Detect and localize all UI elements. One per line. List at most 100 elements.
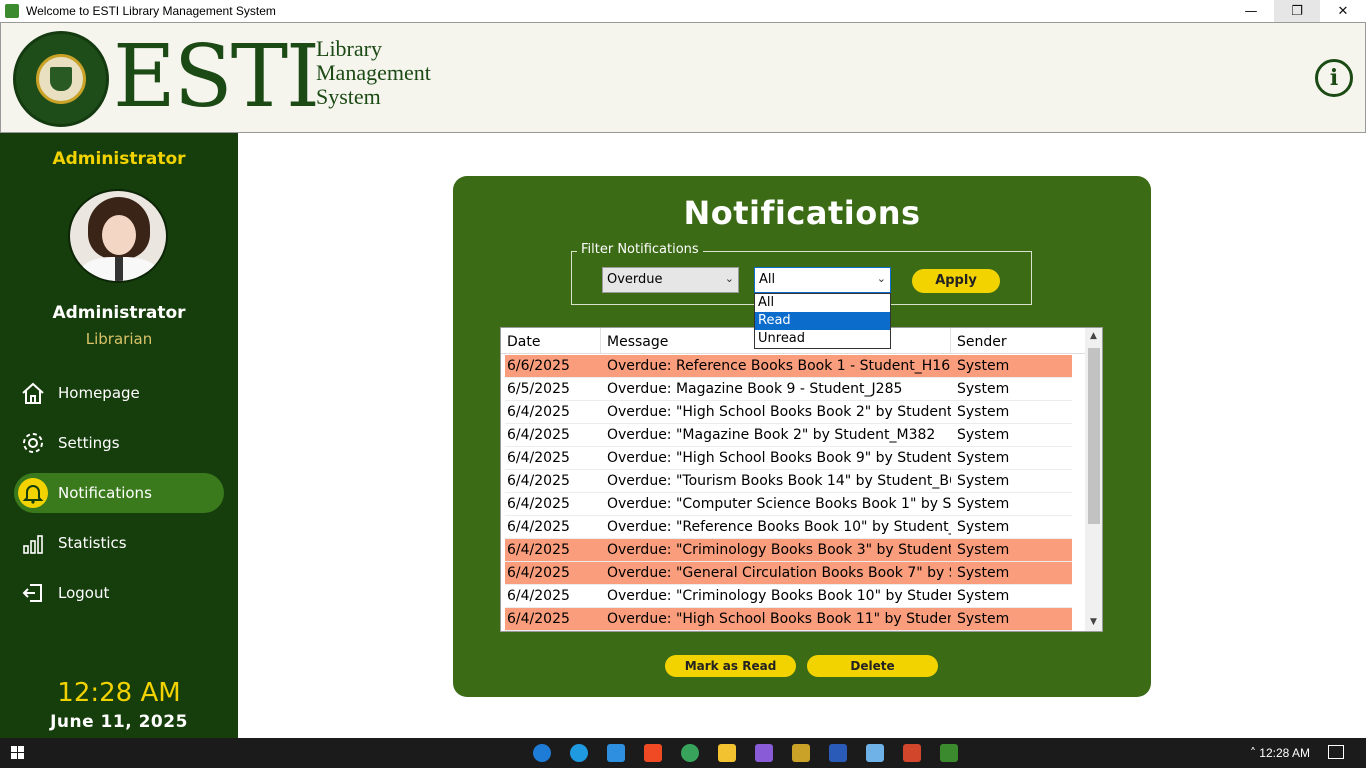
delete-button[interactable]: Delete bbox=[807, 655, 938, 677]
app-book-icon bbox=[5, 4, 19, 18]
notification-center-icon[interactable] bbox=[1328, 745, 1344, 759]
taskbar-clock[interactable]: 12:28 AM bbox=[1259, 746, 1310, 760]
chevron-down-icon: ⌄ bbox=[724, 272, 734, 285]
cell-message: Overdue: "Criminology Books Book 3" by S… bbox=[607, 542, 951, 558]
column-header-date[interactable]: Date bbox=[501, 328, 601, 353]
sidebar-item-notifications[interactable]: Notifications bbox=[14, 473, 224, 513]
app-icon[interactable] bbox=[681, 744, 699, 762]
close-button[interactable]: ✕ bbox=[1320, 0, 1366, 22]
table-row[interactable]: 6/4/2025 Overdue: "Computer Science Books… bbox=[505, 493, 1072, 516]
word-icon[interactable] bbox=[829, 744, 847, 762]
home-icon bbox=[18, 378, 48, 408]
tool-icon[interactable] bbox=[792, 744, 810, 762]
sidebar-role: Administrator bbox=[52, 149, 186, 169]
store-icon[interactable] bbox=[607, 744, 625, 762]
cell-message: Overdue: "General Circulation Books Book… bbox=[607, 565, 951, 581]
cell-date: 6/4/2025 bbox=[507, 542, 570, 558]
scroll-down-icon[interactable]: ▼ bbox=[1085, 614, 1102, 631]
table-row[interactable]: 6/4/2025 Overdue: "High School Books Book… bbox=[505, 401, 1072, 424]
scrollbar-thumb[interactable] bbox=[1088, 348, 1100, 524]
cell-sender: System bbox=[957, 496, 1010, 512]
cell-message: Overdue: Magazine Book 9 - Student_J285 bbox=[607, 381, 903, 397]
sidebar-item-logout[interactable]: Logout bbox=[14, 573, 224, 613]
clock-time: 12:28 AM bbox=[57, 678, 181, 708]
gear-icon bbox=[18, 428, 48, 458]
cell-sender: System bbox=[957, 611, 1010, 627]
cell-message: Overdue: Reference Books Book 1 - Studen… bbox=[607, 358, 951, 374]
apply-button[interactable]: Apply bbox=[912, 269, 1000, 293]
cell-date: 6/4/2025 bbox=[507, 611, 570, 627]
info-icon[interactable]: i bbox=[1315, 59, 1353, 97]
restore-button[interactable]: ❐ bbox=[1274, 0, 1320, 22]
minimize-button[interactable]: — bbox=[1228, 0, 1274, 22]
mark-as-read-button[interactable]: Mark as Read bbox=[665, 655, 796, 677]
table-row[interactable]: 6/4/2025 Overdue: "High School Books Book… bbox=[505, 608, 1072, 631]
notepad-icon[interactable] bbox=[866, 744, 884, 762]
cell-message: Overdue: "Magazine Book 2" by Student_M3… bbox=[607, 427, 936, 443]
avatar bbox=[68, 189, 168, 283]
table-body: 6/6/2025 Overdue: Reference Books Book 1 … bbox=[505, 355, 1072, 631]
brave-icon[interactable] bbox=[644, 744, 662, 762]
cell-sender: System bbox=[957, 519, 1010, 535]
cell-message: Overdue: "High School Books Book 9" by S… bbox=[607, 450, 951, 466]
filter-legend: Filter Notifications bbox=[577, 242, 703, 257]
notifications-table: Date Message Sender 6/6/2025 Overdue: Ref… bbox=[500, 327, 1103, 632]
cell-date: 6/4/2025 bbox=[507, 496, 570, 512]
dropdown-option-all[interactable]: All bbox=[755, 294, 890, 312]
cell-date: 6/5/2025 bbox=[507, 381, 570, 397]
sidebar-item-settings[interactable]: Settings bbox=[14, 423, 224, 463]
table-row[interactable]: 6/4/2025 Overdue: "Tourism Books Book 14"… bbox=[505, 470, 1072, 493]
user-name: Administrator bbox=[52, 303, 186, 323]
table-scrollbar[interactable]: ▲ ▼ bbox=[1085, 328, 1102, 631]
cell-message: Overdue: "Reference Books Book 10" by St… bbox=[607, 519, 951, 535]
sidebar-item-homepage[interactable]: Homepage bbox=[14, 373, 224, 413]
cell-sender: System bbox=[957, 473, 1010, 489]
cell-sender: System bbox=[957, 588, 1010, 604]
table-row[interactable]: 6/6/2025 Overdue: Reference Books Book 1 … bbox=[505, 355, 1072, 378]
table-row[interactable]: 6/4/2025 Overdue: "General Circulation Bo… bbox=[505, 562, 1072, 585]
table-row[interactable]: 6/5/2025 Overdue: Magazine Book 9 - Stude… bbox=[505, 378, 1072, 401]
edge-icon[interactable] bbox=[570, 744, 588, 762]
dropdown-option-unread[interactable]: Unread bbox=[755, 330, 890, 348]
window-title-bar: Welcome to ESTI Library Management Syste… bbox=[0, 0, 1366, 22]
sidebar: Administrator Administrator Librarian Ho… bbox=[0, 133, 238, 738]
window-title: Welcome to ESTI Library Management Syste… bbox=[26, 4, 276, 18]
sidebar-item-statistics[interactable]: Statistics bbox=[14, 523, 224, 563]
visual-studio-icon[interactable] bbox=[755, 744, 773, 762]
file-explorer-icon[interactable] bbox=[718, 744, 736, 762]
cell-date: 6/4/2025 bbox=[507, 404, 570, 420]
cell-sender: System bbox=[957, 381, 1010, 397]
column-header-sender[interactable]: Sender bbox=[951, 328, 1087, 353]
brand-subtitle: Library Management System bbox=[316, 36, 431, 109]
cell-sender: System bbox=[957, 450, 1010, 466]
table-row[interactable]: 6/4/2025 Overdue: "Criminology Books Book… bbox=[505, 539, 1072, 562]
esti-seal-logo bbox=[13, 31, 109, 127]
cell-sender: System bbox=[957, 427, 1010, 443]
table-row[interactable]: 6/4/2025 Overdue: "Reference Books Book 1… bbox=[505, 516, 1072, 539]
powerpoint-icon[interactable] bbox=[903, 744, 921, 762]
status-filter-select[interactable]: All ⌄ bbox=[754, 267, 891, 293]
cell-date: 6/4/2025 bbox=[507, 473, 570, 489]
copilot-icon[interactable] bbox=[533, 744, 551, 762]
tray-chevron-icon[interactable]: ˄ bbox=[1250, 746, 1256, 760]
dropdown-option-read[interactable]: Read bbox=[755, 312, 890, 330]
table-row[interactable]: 6/4/2025 Overdue: "Magazine Book 2" by St… bbox=[505, 424, 1072, 447]
cell-date: 6/4/2025 bbox=[507, 450, 570, 466]
cell-date: 6/4/2025 bbox=[507, 565, 570, 581]
logout-icon bbox=[18, 578, 48, 608]
cell-date: 6/6/2025 bbox=[507, 358, 570, 374]
user-title: Librarian bbox=[85, 330, 153, 348]
brand-logo-text: ESTI bbox=[113, 27, 320, 127]
cell-sender: System bbox=[957, 542, 1010, 558]
windows-start-icon[interactable] bbox=[11, 746, 25, 760]
cell-date: 6/4/2025 bbox=[507, 519, 570, 535]
table-row[interactable]: 6/4/2025 Overdue: "Criminology Books Book… bbox=[505, 585, 1072, 608]
scroll-up-icon[interactable]: ▲ bbox=[1085, 328, 1102, 345]
cell-sender: System bbox=[957, 404, 1010, 420]
status-filter-dropdown: All Read Unread bbox=[754, 293, 891, 349]
bar-chart-icon bbox=[18, 528, 48, 558]
type-filter-select[interactable]: Overdue ⌄ bbox=[602, 267, 739, 293]
cell-message: Overdue: "High School Books Book 2" by S… bbox=[607, 404, 951, 420]
table-row[interactable]: 6/4/2025 Overdue: "High School Books Book… bbox=[505, 447, 1072, 470]
library-app-icon[interactable] bbox=[940, 744, 958, 762]
